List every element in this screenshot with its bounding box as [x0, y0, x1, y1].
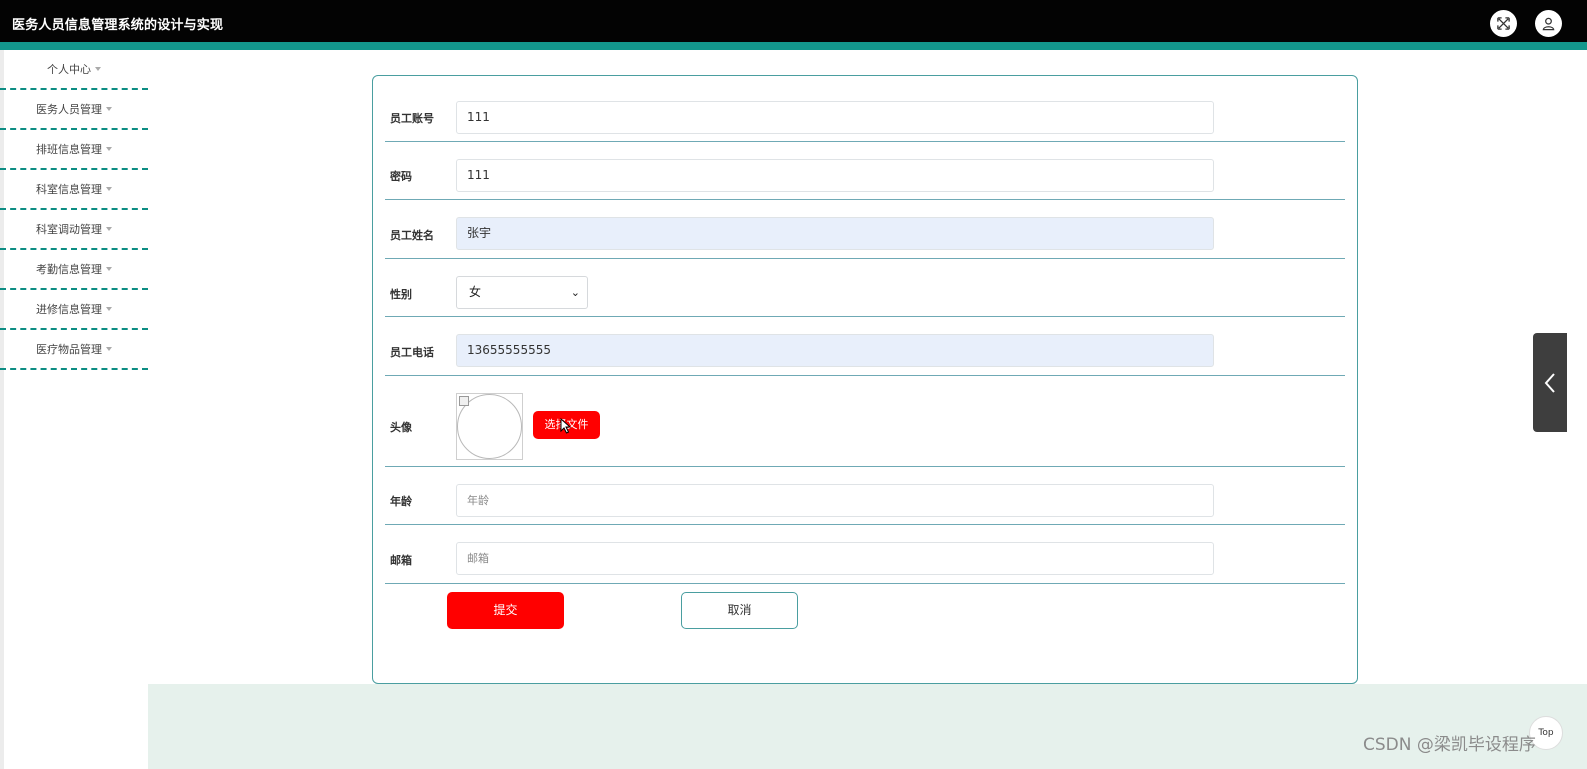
watermark: CSDN @梁凯毕设程序 — [1363, 735, 1536, 755]
sidebar-item-training[interactable]: 进修信息管理 — [0, 290, 148, 330]
email-label: 邮箱 — [390, 554, 412, 567]
form-row-avatar: 头像 选择文件 — [385, 376, 1345, 467]
age-input[interactable]: 年龄 — [456, 484, 1214, 517]
password-label: 密码 — [390, 170, 412, 183]
email-input[interactable]: 邮箱 — [456, 542, 1214, 575]
name-label: 员工姓名 — [390, 229, 434, 242]
sidebar-item-label: 科室信息管理 — [36, 183, 102, 196]
caret-down-icon — [106, 267, 112, 271]
sidebar: 个人中心 医务人员管理 排班信息管理 科室信息管理 科室调动管理 考勤信息管理 … — [0, 50, 148, 370]
sidebar-item-schedule[interactable]: 排班信息管理 — [0, 130, 148, 170]
accent-bar — [0, 42, 1587, 50]
caret-down-icon — [95, 67, 101, 71]
gender-selected-value: 女 — [469, 285, 482, 299]
sidebar-item-label: 科室调动管理 — [36, 223, 102, 236]
side-panel-toggle[interactable] — [1533, 333, 1567, 432]
mouse-cursor-icon — [560, 418, 571, 434]
chevron-left-icon — [1544, 372, 1555, 393]
form-row-phone: 员工电话 13655555555 — [385, 317, 1345, 376]
caret-down-icon — [106, 307, 112, 311]
phone-input[interactable]: 13655555555 — [456, 334, 1214, 367]
name-input[interactable]: 张宇 — [456, 217, 1214, 250]
caret-down-icon — [106, 347, 112, 351]
gender-label: 性别 — [390, 288, 412, 301]
gender-select[interactable]: 女 ⌄ — [456, 276, 588, 309]
avatar-label: 头像 — [390, 421, 412, 434]
caret-down-icon — [106, 227, 112, 231]
sidebar-item-label: 进修信息管理 — [36, 303, 102, 316]
form-row-gender: 性别 女 ⌄ — [385, 259, 1345, 317]
sidebar-item-label: 个人中心 — [47, 63, 91, 76]
fullscreen-button[interactable] — [1490, 10, 1517, 37]
cancel-button[interactable]: 取消 — [681, 592, 798, 629]
user-icon — [1542, 17, 1555, 31]
account-label: 员工账号 — [390, 112, 434, 125]
sidebar-item-transfer[interactable]: 科室调动管理 — [0, 210, 148, 250]
form-row-name: 员工姓名 张宇 — [385, 200, 1345, 259]
sidebar-item-label: 医疗物品管理 — [36, 343, 102, 356]
form-row-age: 年龄 年龄 — [385, 467, 1345, 525]
account-input[interactable]: 111 — [456, 101, 1214, 134]
broken-image-icon — [459, 396, 469, 406]
phone-label: 员工电话 — [390, 346, 434, 359]
footer-band — [148, 684, 1587, 769]
sidebar-item-label: 医务人员管理 — [36, 103, 102, 116]
sidebar-item-medical-staff[interactable]: 医务人员管理 — [0, 90, 148, 130]
form-row-account: 员工账号 111 — [385, 76, 1345, 142]
top-bar: 医务人员信息管理系统的设计与实现 — [0, 0, 1587, 42]
caret-down-icon — [106, 187, 112, 191]
form-row-password: 密码 111 — [385, 142, 1345, 200]
sidebar-item-label: 考勤信息管理 — [36, 263, 102, 276]
sidebar-item-department[interactable]: 科室信息管理 — [0, 170, 148, 210]
password-input[interactable]: 111 — [456, 159, 1214, 192]
age-label: 年龄 — [390, 495, 412, 508]
avatar-preview — [456, 393, 523, 460]
sidebar-item-label: 排班信息管理 — [36, 143, 102, 156]
submit-button[interactable]: 提交 — [447, 592, 564, 629]
chevron-down-icon: ⌄ — [570, 286, 580, 299]
user-menu-button[interactable] — [1535, 10, 1562, 37]
fullscreen-icon — [1497, 17, 1510, 30]
sidebar-item-attendance[interactable]: 考勤信息管理 — [0, 250, 148, 290]
app-title: 医务人员信息管理系统的设计与实现 — [12, 18, 224, 33]
caret-down-icon — [106, 107, 112, 111]
form-row-email: 邮箱 邮箱 — [385, 525, 1345, 584]
caret-down-icon — [106, 147, 112, 151]
sidebar-item-medical-supplies[interactable]: 医疗物品管理 — [0, 330, 148, 370]
sidebar-item-personal-center[interactable]: 个人中心 — [0, 50, 148, 90]
